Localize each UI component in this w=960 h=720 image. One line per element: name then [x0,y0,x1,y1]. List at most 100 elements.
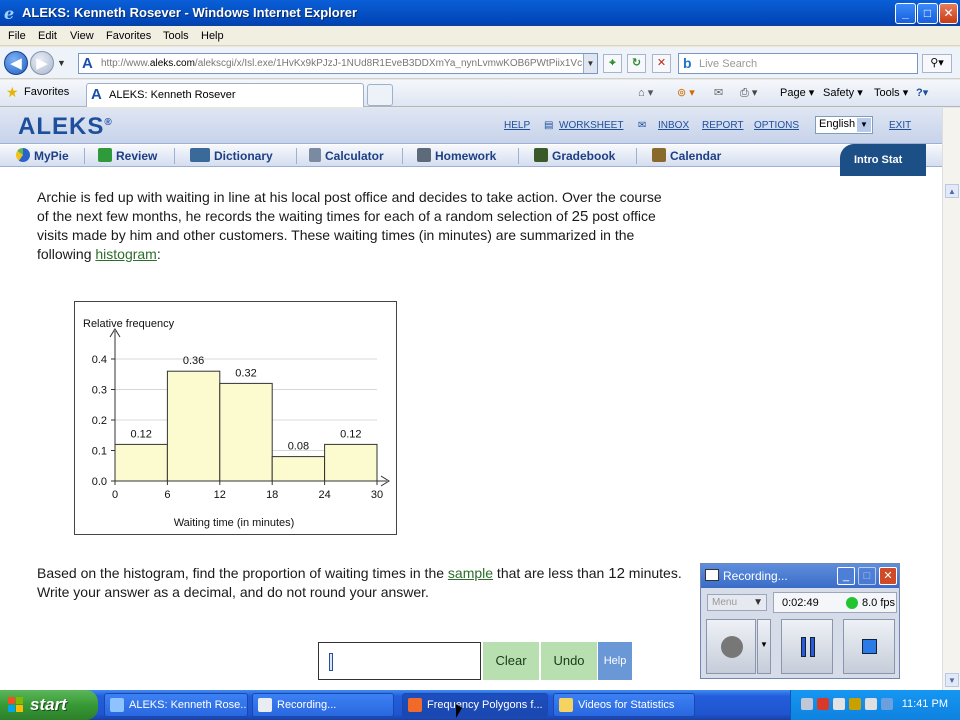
nav-mypie[interactable]: MyPie [16,148,69,163]
help-menu-icon[interactable]: ?▾ [916,86,928,99]
record-button[interactable] [706,619,756,674]
recorder-maximize-button[interactable]: □ [858,567,876,585]
answer-input[interactable] [318,642,481,680]
menu-view[interactable]: View [70,30,94,42]
forward-button[interactable]: ▶ [30,51,54,75]
undo-button[interactable]: Undo [540,642,597,680]
favorites-star-icon[interactable]: ★ [6,84,19,101]
vertical-scrollbar[interactable]: ▲ ▼ [942,108,960,690]
options-link[interactable]: OPTIONS [754,120,799,131]
menu-file[interactable]: File [8,30,26,42]
nav-review[interactable]: Review [98,148,157,163]
clear-button[interactable]: Clear [482,642,539,680]
page-menu[interactable]: Page ▾ [780,86,814,99]
menu-help[interactable]: Help [201,30,224,42]
y-tick-label: 0.1 [92,446,107,458]
ie-icon: e [4,4,15,23]
problem-text-3: : [156,246,161,262]
refresh-icon[interactable]: ↻ [627,54,646,73]
recorder-minimize-button[interactable]: _ [837,567,855,585]
tray-icon[interactable] [817,698,829,710]
bar-value-label: 0.12 [340,428,361,440]
nav-separator [636,148,637,164]
bar-value-label: 0.12 [130,428,151,440]
recorder-menu-dropdown[interactable]: Menu ▼ [707,594,767,611]
course-tab[interactable]: Intro Stat [840,144,926,176]
chevron-down-icon: ▼ [753,597,763,608]
help-link[interactable]: HELP [504,120,530,131]
favorites-bar: ★ Favorites A ALEKS: Kenneth Rosever ⌂ ▾… [0,80,960,107]
nav-calendar[interactable]: Calendar [652,148,721,163]
pause-icon [801,637,806,657]
recorder-icon [705,569,719,581]
record-icon [721,636,743,658]
report-link[interactable]: REPORT [702,120,744,131]
recorder-close-button[interactable]: ✕ [879,567,897,585]
nav-homework[interactable]: Homework [417,148,496,163]
menu-edit[interactable]: Edit [38,30,57,42]
nav-dictionary[interactable]: Dictionary [190,148,273,163]
tools-menu[interactable]: Tools ▾ [874,86,908,99]
tray-icon[interactable] [801,698,813,710]
homework-icon [417,148,431,162]
feeds-icon[interactable]: ⊚ ▾ [677,86,695,99]
scroll-down-icon[interactable]: ▼ [945,673,959,687]
close-button[interactable]: ✕ [939,3,958,24]
x-tick-label: 12 [214,489,226,501]
scroll-up-icon[interactable]: ▲ [945,184,959,198]
mail-icon[interactable]: ✉ [714,86,723,99]
stop-recording-button[interactable] [843,619,895,674]
minimize-button[interactable]: _ [895,3,916,24]
tray-icon[interactable] [849,698,861,710]
record-options-button[interactable]: ▼ [757,619,771,674]
recording-title-bar[interactable]: Recording... _ □ ✕ [701,564,899,588]
bar-value-label: 0.08 [288,441,309,453]
exit-link[interactable]: EXIT [889,120,911,131]
nav-gradebook[interactable]: Gradebook [534,148,615,163]
favorites-button[interactable]: Favorites [24,86,69,98]
search-button[interactable]: ⚲▾ [922,54,952,73]
histogram-bar [114,443,168,482]
histogram-link[interactable]: histogram [95,246,156,262]
print-icon[interactable]: ⎙ ▾ [740,86,757,100]
task-videos-folder[interactable]: Videos for Statistics [553,693,695,717]
compatibility-icon[interactable]: ⌖ [603,54,622,73]
window-title-bar[interactable]: e ALEKS: Kenneth Rosever - Windows Inter… [0,0,960,26]
nav-calculator[interactable]: Calculator [309,148,384,163]
problem-text-1: Archie is fed up with waiting in line at… [37,189,662,224]
start-button[interactable]: start [0,690,98,720]
language-select[interactable]: English ▼ [815,116,873,134]
y-axis-label: Relative frequency [83,318,175,330]
browser-tab-aleks[interactable]: A ALEKS: Kenneth Rosever [86,83,364,107]
help-button[interactable]: Help [598,642,632,680]
worksheet-link[interactable]: WORKSHEET [559,120,623,131]
aleks-header: ALEKS® HELP ▤ WORKSHEET ✉ INBOX REPORT O… [0,108,942,144]
task-recording[interactable]: Recording... [252,693,394,717]
new-tab-button[interactable] [367,84,393,106]
worksheet-icon: ▤ [544,120,554,131]
maximize-button[interactable]: □ [917,3,938,24]
search-input[interactable]: b Live Search [678,53,918,74]
address-input[interactable]: A http://www.aleks.com/alekscgi/x/Isl.ex… [78,53,598,74]
mouse-cursor-icon [456,704,462,718]
stop-icon[interactable]: ✕ [652,54,671,73]
inbox-link[interactable]: INBOX [658,120,689,131]
sample-link[interactable]: sample [448,565,493,581]
tab-title: ALEKS: Kenneth Rosever [109,89,236,101]
address-dropdown-icon[interactable]: ▼ [583,54,597,73]
language-value: English [819,118,856,130]
home-icon[interactable]: ⌂ ▾ [638,86,653,99]
history-dropdown-icon[interactable]: ▼ [57,58,66,68]
back-button[interactable]: ◀ [4,51,28,75]
tray-icon[interactable] [881,698,893,710]
menu-tools[interactable]: Tools [163,30,189,42]
task-frequency-polygons[interactable]: Frequency Polygons f... [402,693,548,717]
menu-favorites[interactable]: Favorites [106,30,151,42]
recording-widget[interactable]: Recording... _ □ ✕ Menu ▼ 0:02:49 8.0 fp… [700,563,900,679]
tray-icon[interactable] [833,698,845,710]
tray-icon[interactable] [865,698,877,710]
system-tray: 11:41 PM [790,690,960,720]
pause-button[interactable] [781,619,833,674]
safety-menu[interactable]: Safety ▾ [823,86,863,99]
task-aleks[interactable]: ALEKS: Kenneth Rose... [104,693,248,717]
